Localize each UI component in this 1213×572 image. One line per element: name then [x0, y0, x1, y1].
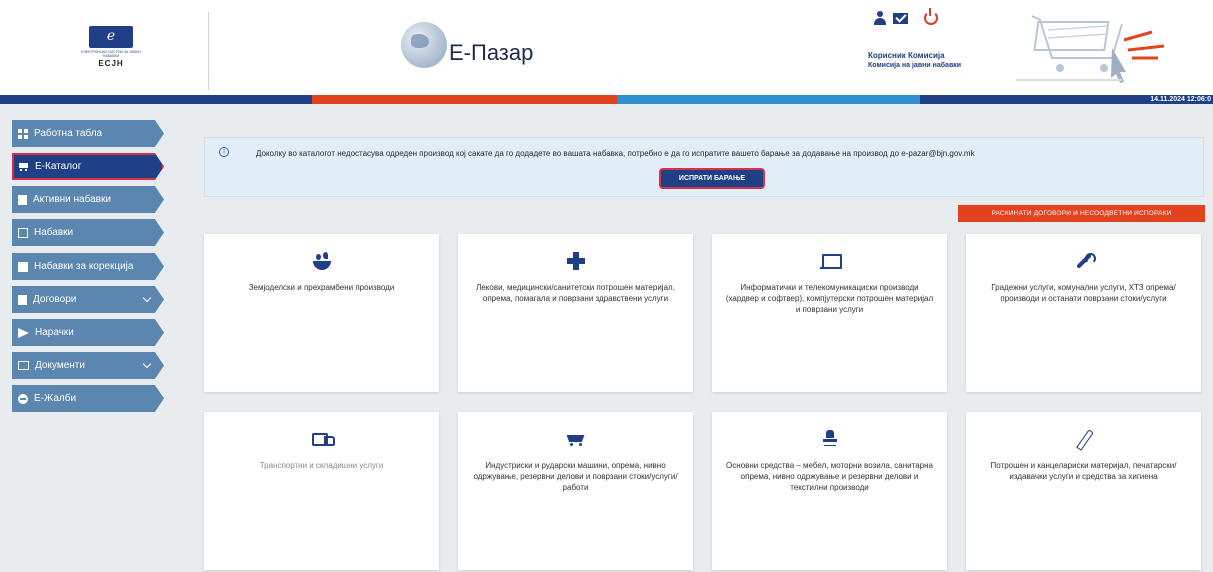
logo-mark-icon: e [89, 26, 133, 48]
logo-subtitle: ЕЛЕКТРОНСКИ СИСТЕМ ЗА ЈАВНИ НАБАВКИ [81, 50, 141, 58]
contract-icon [18, 294, 27, 305]
category-label: Земјоделски и прехрамбени производи [248, 283, 395, 292]
category-label: Индустриски и рударски машини, опрема, н… [473, 461, 678, 492]
edit-icon [18, 261, 28, 272]
sidebar-item-procurements-correction[interactable]: Набавки за корекција [12, 253, 164, 280]
user-actions [873, 8, 938, 27]
band-segment [312, 95, 617, 104]
medical-plus-icon [566, 252, 585, 270]
send-icon [18, 327, 29, 338]
category-label: Градежни услуги, комунални услуги, ХТЗ о… [991, 283, 1176, 303]
sidebar-item-label: Документи [35, 360, 85, 371]
cart-illustration-icon [1016, 15, 1165, 83]
band-segment [617, 95, 920, 104]
category-card-office-supplies[interactable]: Потрошен и канцелариски материјал, печат… [966, 412, 1201, 570]
sidebar-item-dashboard[interactable]: Работна табла [12, 120, 164, 147]
food-bowl-icon [312, 251, 331, 270]
sidebar-item-label: Работна табла [34, 128, 103, 139]
category-card-fixed-assets[interactable]: Основни средства – мебел, моторни возила… [712, 412, 947, 570]
chevron-down-icon[interactable] [142, 359, 152, 369]
header-divider [208, 12, 209, 90]
sidebar-item-label: Е-Жалби [34, 393, 77, 404]
app-title: Е-Пазар [449, 40, 534, 65]
current-datetime: 14.11.2024 12:06:0 [1150, 96, 1211, 103]
laptop-icon [819, 253, 842, 269]
power-icon[interactable] [924, 8, 938, 25]
sidebar-item-label: Набавки за корекција [34, 261, 134, 272]
category-card-it[interactable]: Информатички и телекомуникациски произво… [712, 234, 947, 392]
info-icon: i [219, 147, 229, 157]
sidebar: Работна табла Е-Каталог Активни набавки … [0, 104, 178, 572]
category-label: Транспортни и складишни услуги [259, 461, 384, 470]
band-segment [0, 95, 312, 104]
cart-icon [18, 162, 29, 172]
mine-cart-icon [567, 432, 585, 446]
category-label: Основни средства – мебел, моторни возила… [726, 461, 933, 492]
sidebar-item-active-procurements[interactable]: Активни набавки [12, 186, 164, 213]
pen-icon [1076, 430, 1092, 448]
list-icon [18, 227, 28, 238]
main-content: i Доколку во каталогот недостасува одред… [178, 104, 1213, 572]
esjn-logo[interactable]: e ЕЛЕКТРОНСКИ СИСТЕМ ЗА ЈАВНИ НАБАВКИ ЕС… [78, 26, 144, 68]
mail-icon[interactable] [893, 12, 908, 24]
sidebar-item-orders[interactable]: Нарачки [12, 319, 164, 346]
sidebar-item-procurements[interactable]: Набавки [12, 219, 164, 246]
category-label: Потрошен и канцелариски материјал, печат… [990, 461, 1177, 481]
sidebar-item-label: Договори [33, 294, 77, 305]
color-band [0, 95, 1213, 104]
sidebar-item-label: Нарачки [35, 327, 74, 338]
app-header: e ЕЛЕКТРОНСКИ СИСТЕМ ЗА ЈАВНИ НАБАВКИ ЕС… [0, 0, 1213, 95]
user-icon[interactable] [873, 11, 887, 25]
wrench-icon [1076, 253, 1096, 269]
category-card-transport[interactable]: Транспортни и складишни услуги [204, 412, 439, 570]
category-card-medical[interactable]: Лекови, медицински/санитетски потрошен м… [458, 234, 693, 392]
category-card-industrial[interactable]: Индустриски и рударски машини, опрема, н… [458, 412, 693, 570]
category-card-agriculture[interactable]: Земјоделски и прехрамбени производи [204, 234, 439, 392]
category-label: Лекови, медицински/санитетски потрошен м… [476, 283, 675, 303]
minus-circle-icon [18, 393, 28, 404]
sidebar-item-e-complaints[interactable]: Е-Жалби [12, 385, 164, 412]
info-notice: i Доколку во каталогот недостасува одред… [204, 137, 1204, 197]
user-label: Корисник Комисија [868, 51, 945, 60]
terminated-contracts-button[interactable]: РАСКИНАТИ ДОГОВОРИ И НЕСООДВЕТНИ ИСПОРАК… [958, 205, 1205, 222]
sidebar-item-contracts[interactable]: Договори [12, 286, 164, 313]
sidebar-item-label: Активни набавки [33, 194, 111, 205]
office-chair-icon [822, 430, 837, 448]
folder-icon [18, 361, 29, 370]
sidebar-item-documents[interactable]: Документи [12, 352, 164, 379]
sidebar-item-e-catalog[interactable]: Е-Каталог [12, 153, 164, 180]
globe-icon [401, 22, 447, 68]
dashboard-icon [18, 128, 28, 139]
document-icon [18, 194, 27, 205]
logo-abbr: ЕСЈН [98, 59, 124, 68]
truck-icon [311, 432, 335, 446]
notice-text: Доколку во каталогот недостасува одреден… [256, 149, 975, 158]
category-card-construction[interactable]: Градежни услуги, комунални услуги, ХТЗ о… [966, 234, 1201, 392]
category-label: Информатички и телекомуникациски произво… [725, 283, 934, 314]
chevron-down-icon[interactable] [142, 293, 152, 303]
user-org: Комисија на јавни набавки [868, 62, 962, 69]
sidebar-item-label: Набавки [34, 227, 74, 238]
send-request-button[interactable]: ИСПРАТИ БАРАЊЕ [659, 168, 765, 189]
sidebar-item-label: Е-Каталог [35, 161, 82, 172]
